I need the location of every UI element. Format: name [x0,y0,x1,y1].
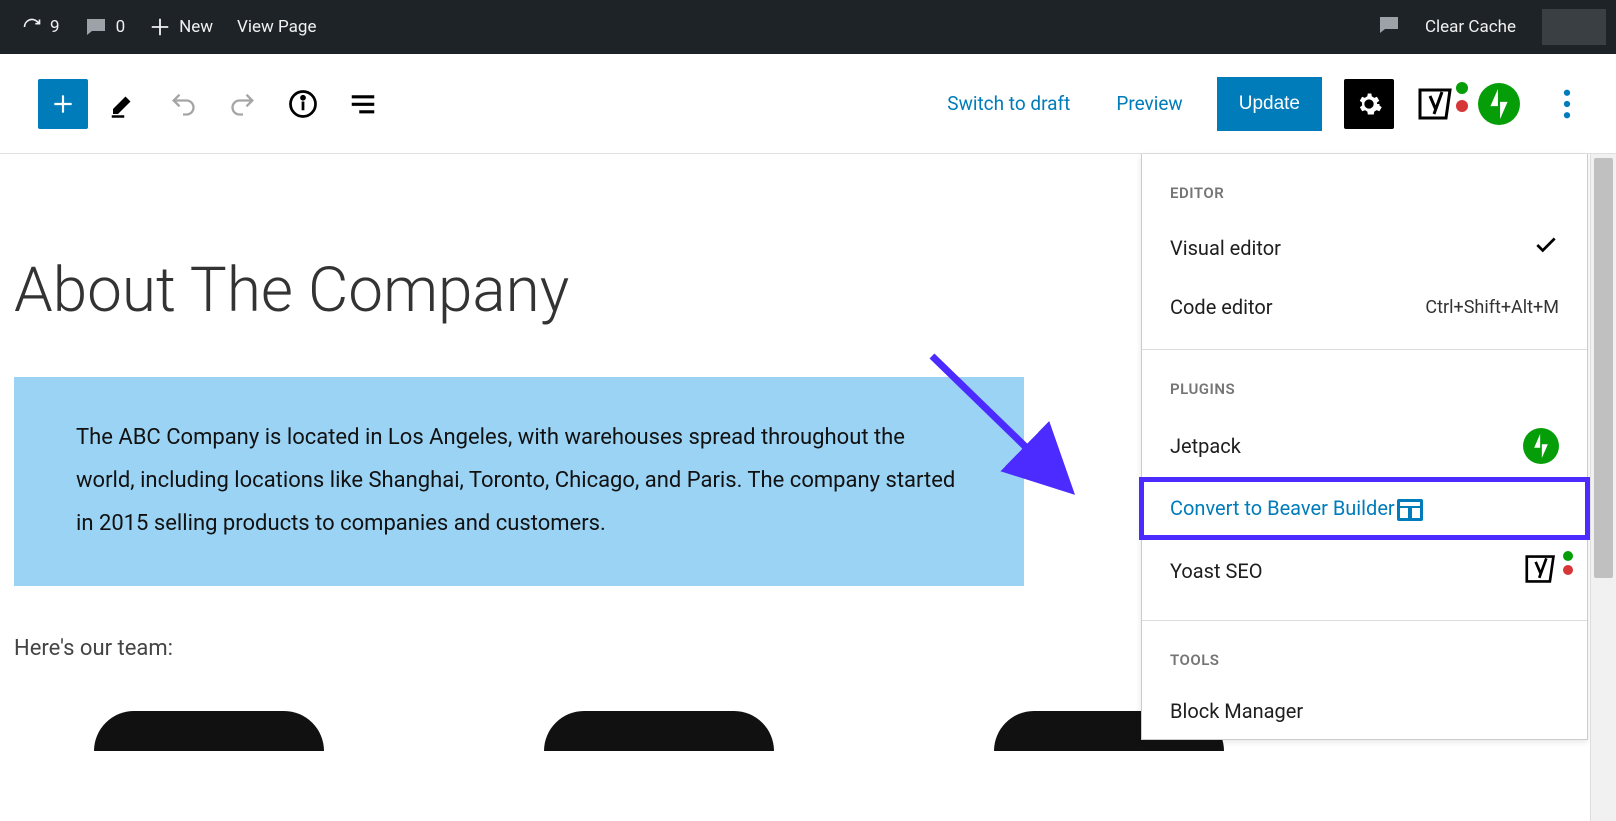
keyboard-shortcut: Ctrl+Shift+Alt+M [1425,297,1559,318]
admin-comments[interactable]: 0 [72,0,138,54]
section-label-tools: Tools [1142,621,1587,683]
outline-button[interactable] [338,79,388,129]
redo-button[interactable] [218,79,268,129]
refresh-icon [22,17,42,37]
menu-label: Block Manager [1170,699,1559,723]
admin-avatar-placeholder[interactable] [1542,9,1606,45]
admin-new[interactable]: New [137,0,225,54]
admin-clear-cache[interactable]: Clear Cache [1413,0,1528,54]
more-options-button[interactable] [1542,79,1592,129]
menu-label: Code editor [1170,295,1425,319]
admin-bar: 9 0 New View Page Clear Cache [0,0,1616,54]
menu-item-jetpack[interactable]: Jetpack [1142,412,1587,480]
yoast-status-dots [1456,82,1468,112]
update-button[interactable]: Update [1217,77,1322,131]
section-label-plugins: Plugins [1142,350,1587,412]
settings-button[interactable] [1344,79,1394,129]
comment-icon [1377,13,1401,42]
menu-item-block-manager[interactable]: Block Manager [1142,683,1587,739]
comment-icon [84,15,108,39]
yoast-button[interactable] [1416,86,1456,122]
beaver-builder-icon [1397,499,1423,521]
jetpack-button[interactable] [1478,83,1520,125]
team-avatar[interactable] [94,711,324,751]
admin-updates[interactable]: 9 [10,0,72,54]
edit-mode-button[interactable] [98,79,148,129]
preview-button[interactable]: Preview [1104,84,1194,123]
menu-label: Convert to Beaver Builder [1170,496,1559,521]
comments-count: 0 [116,17,126,37]
menu-label: Yoast SEO [1170,559,1523,583]
check-icon [1533,232,1559,263]
admin-comments-right[interactable] [1365,0,1413,54]
plus-icon [149,16,171,38]
undo-button[interactable] [158,79,208,129]
menu-item-convert-beaver-builder[interactable]: Convert to Beaver Builder [1142,480,1587,537]
new-label: New [179,17,213,37]
editor-header: Switch to draft Preview Update [0,54,1616,154]
jetpack-icon [1523,428,1559,464]
highlight-text: The ABC Company is located in Los Angele… [76,425,955,536]
admin-view-page[interactable]: View Page [225,0,328,54]
menu-item-visual-editor[interactable]: Visual editor [1142,216,1587,279]
scrollbar-thumb[interactable] [1594,158,1613,578]
vertical-scrollbar[interactable]: ▲ [1590,154,1616,821]
section-label-editor: Editor [1142,154,1587,216]
info-button[interactable] [278,79,328,129]
menu-item-yoast-seo[interactable]: Yoast SEO [1142,537,1587,606]
team-avatar[interactable] [544,711,774,751]
updates-count: 9 [50,17,60,37]
menu-label: Visual editor [1170,236,1533,260]
menu-label: Jetpack [1170,434,1523,458]
switch-to-draft-button[interactable]: Switch to draft [935,84,1082,123]
highlighted-paragraph-block[interactable]: The ABC Company is located in Los Angele… [14,377,1024,586]
add-block-button[interactable] [38,79,88,129]
more-options-dropdown: Editor Visual editor Code editor Ctrl+Sh… [1141,154,1588,740]
menu-item-code-editor[interactable]: Code editor Ctrl+Shift+Alt+M [1142,279,1587,335]
view-page-label: View Page [237,17,316,37]
yoast-icon [1523,553,1559,590]
clear-cache-label: Clear Cache [1425,17,1516,37]
